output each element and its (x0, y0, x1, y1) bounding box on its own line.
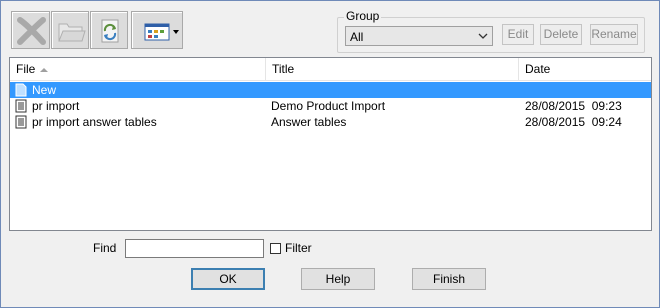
column-header-file[interactable]: File (10, 58, 266, 80)
file-list[interactable]: File Title Date New pr import Demo Produ… (9, 57, 652, 231)
file-date: 28/08/2015 09:24 (525, 115, 622, 129)
ok-button[interactable]: OK (191, 268, 265, 290)
group-dropdown[interactable]: All (345, 26, 493, 46)
filter-checkbox[interactable] (270, 243, 281, 254)
file-title: Answer tables (271, 115, 347, 129)
document-icon (15, 99, 27, 113)
file-name: pr import answer tables (32, 115, 157, 129)
dialog-window: Group All Edit Delete Rename File Title … (0, 0, 660, 308)
help-button[interactable]: Help (301, 268, 375, 290)
delete-tool-button[interactable] (11, 11, 50, 49)
finish-button[interactable]: Finish (412, 268, 486, 290)
edit-group-button[interactable]: Edit (502, 24, 534, 45)
column-header-file-label: File (16, 62, 36, 76)
list-item[interactable]: New (10, 82, 651, 98)
refresh-button[interactable] (90, 11, 128, 49)
folder-icon (58, 23, 86, 42)
view-options-icon (144, 23, 179, 41)
sort-ascending-icon (40, 68, 48, 72)
file-name: pr import (32, 99, 80, 113)
column-header-date[interactable]: Date (519, 58, 651, 80)
x-icon (17, 17, 46, 45)
view-options-button[interactable] (131, 11, 183, 49)
find-label: Find (93, 241, 117, 255)
column-header-title[interactable]: Title (266, 58, 519, 80)
list-item[interactable]: pr import Demo Product Import 28/08/2015… (10, 98, 651, 114)
refresh-icon (101, 19, 119, 43)
delete-group-button[interactable]: Delete (540, 24, 582, 45)
filter-label: Filter (285, 241, 312, 255)
document-icon (15, 115, 27, 129)
header-divider (10, 80, 651, 81)
new-file-icon (15, 83, 27, 97)
column-header-date-label: Date (525, 62, 551, 76)
group-selected-value: All (350, 30, 364, 44)
file-name: New (32, 83, 57, 97)
file-title: Demo Product Import (271, 99, 386, 113)
column-header-title-label: Title (272, 62, 295, 76)
group-label: Group (344, 9, 382, 23)
find-input[interactable] (125, 239, 264, 258)
file-date: 28/08/2015 09:23 (525, 99, 622, 113)
chevron-down-icon (478, 33, 488, 39)
list-item[interactable]: pr import answer tables Answer tables 28… (10, 114, 651, 130)
rename-group-button[interactable]: Rename (590, 24, 638, 45)
open-folder-button[interactable] (51, 11, 89, 49)
